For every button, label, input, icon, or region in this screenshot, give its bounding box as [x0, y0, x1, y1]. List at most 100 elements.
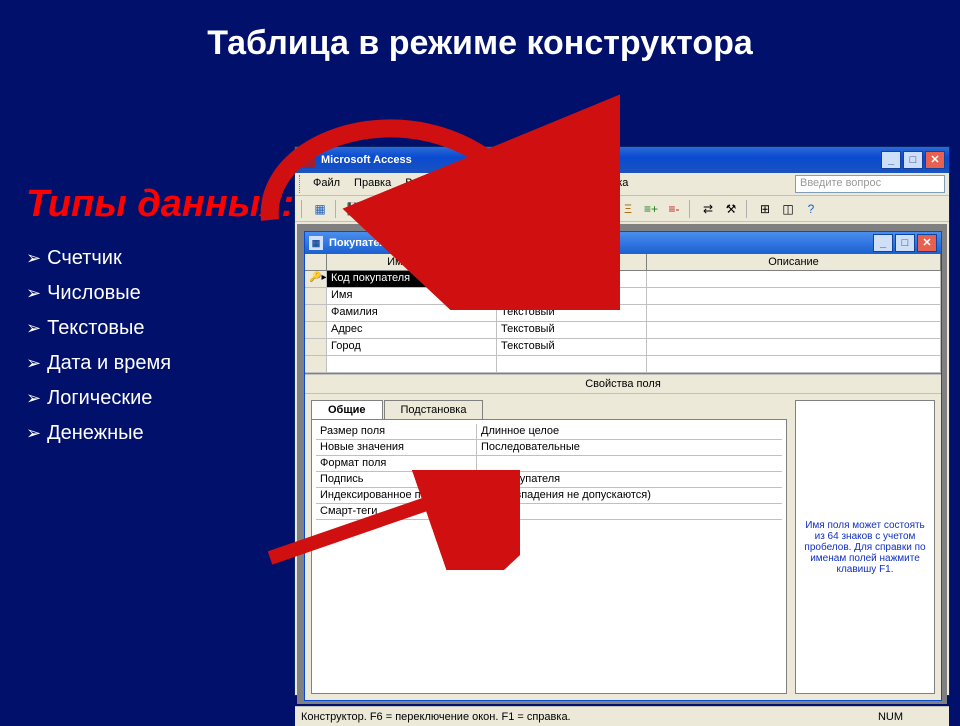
slide-title: Таблица в режиме конструктора: [0, 0, 960, 63]
preview-icon[interactable]: 🔍: [390, 199, 410, 219]
cell-field-type[interactable]: Текстовый: [497, 339, 647, 355]
row-selector[interactable]: [305, 339, 327, 355]
spell-icon[interactable]: ✓: [424, 199, 444, 219]
menu-view[interactable]: Вид: [399, 175, 431, 193]
row-selector[interactable]: [305, 288, 327, 304]
cell-field-desc[interactable]: [647, 339, 941, 355]
print-icon[interactable]: 🖶: [367, 199, 387, 219]
relationships-icon[interactable]: ⇄: [698, 199, 718, 219]
side-panel: Типы данных: Счетчик Числовые Текстовые …: [26, 180, 294, 457]
inner-titlebar[interactable]: ▦ Покупатели : таблица _ □ ✕: [305, 232, 941, 254]
delete-rows-icon[interactable]: ≡-: [664, 199, 684, 219]
table-row[interactable]: ГородТекстовый: [305, 339, 941, 356]
index-icon[interactable]: Ξ: [618, 199, 638, 219]
menu-edit[interactable]: Правка: [348, 175, 397, 193]
builder-icon[interactable]: ⚒: [721, 199, 741, 219]
property-row[interactable]: Формат поля: [316, 456, 782, 472]
status-text: Конструктор. F6 = переключение окон. F1 …: [301, 711, 571, 723]
property-value[interactable]: Последовательные: [476, 440, 782, 455]
access-main-window: Microsoft Access _ □ ✕ Файл Правка Вид В…: [294, 146, 950, 696]
property-name: Смарт-теги: [316, 504, 476, 519]
app-title: Microsoft Access: [321, 154, 412, 166]
property-row[interactable]: Индексированное полеДа (Совпадения не до…: [316, 488, 782, 504]
menubar: Файл Правка Вид Вставка Сервис Окно Спра…: [295, 173, 949, 196]
cell-field-name[interactable]: Адрес: [327, 322, 497, 338]
property-value[interactable]: [476, 456, 782, 471]
cell-field-type[interactable]: Текстовый: [497, 322, 647, 338]
grip-icon: [301, 200, 305, 218]
inner-minimize-button[interactable]: _: [873, 234, 893, 252]
paste-icon[interactable]: 📋: [504, 199, 524, 219]
status-bar: Конструктор. F6 = переключение окон. F1 …: [295, 706, 949, 726]
minimize-button[interactable]: _: [881, 151, 901, 169]
row-selector[interactable]: 🔑▸: [305, 271, 327, 287]
undo-icon[interactable]: ↶: [538, 199, 558, 219]
col-header-name[interactable]: Имя поля: [327, 254, 497, 270]
cell-field-name[interactable]: Город: [327, 339, 497, 355]
property-value[interactable]: Длинное целое: [476, 424, 782, 439]
mdi-area: ▦ Покупатели : таблица _ □ ✕ Имя поля Ти…: [297, 224, 947, 704]
row-selector[interactable]: [305, 305, 327, 321]
inner-maximize-button[interactable]: □: [895, 234, 915, 252]
dbwindow-icon[interactable]: ⊞: [755, 199, 775, 219]
cell-field-type[interactable]: Текстовый: [497, 288, 647, 304]
menu-insert[interactable]: Вставка: [433, 175, 486, 193]
redo-icon[interactable]: ↷: [561, 199, 581, 219]
cell-field-desc[interactable]: [647, 322, 941, 338]
insert-rows-icon[interactable]: ≡+: [641, 199, 661, 219]
cell-field-type[interactable]: Текстовый: [497, 305, 647, 321]
cell-field-name[interactable]: Фамилия: [327, 305, 497, 321]
row-selector-header[interactable]: [305, 254, 327, 270]
tab-lookup[interactable]: Подстановка: [384, 400, 484, 419]
property-value[interactable]: Код покупателя: [476, 472, 782, 487]
table-row-empty[interactable]: [305, 356, 941, 373]
save-icon[interactable]: 💾: [344, 199, 364, 219]
col-header-desc[interactable]: Описание: [647, 254, 941, 270]
help-search-input[interactable]: Введите вопрос: [795, 175, 945, 193]
toolbar: ▦ 💾 🖶 🔍 ✓ ✂ ⎘ 📋 ↶ ↷ 🔑 Ξ ≡+ ≡- ⇄ ⚒ ⊞ ◫ ?: [295, 196, 949, 222]
table-row[interactable]: 🔑▸Код покупателяСчетчик: [305, 271, 941, 288]
table-row[interactable]: ИмяТекстовый: [305, 288, 941, 305]
field-props-panel: Общие Подстановка Размер поляДлинное цел…: [305, 394, 941, 700]
row-selector[interactable]: [305, 322, 327, 338]
property-row[interactable]: Размер поляДлинное целое: [316, 424, 782, 440]
data-types-list: Счетчик Числовые Текстовые Дата и время …: [26, 247, 294, 445]
inner-close-button[interactable]: ✕: [917, 234, 937, 252]
property-value[interactable]: Да (Совпадения не допускаются): [476, 488, 782, 503]
cell-field-type[interactable]: Счетчик: [497, 271, 647, 287]
cell-field-desc[interactable]: [647, 305, 941, 321]
list-item: Дата и время: [26, 352, 294, 375]
property-name: Новые значения: [316, 440, 476, 455]
table-row[interactable]: АдресТекстовый: [305, 322, 941, 339]
new-object-icon[interactable]: ◫: [778, 199, 798, 219]
col-header-type[interactable]: Тип данных: [497, 254, 647, 270]
property-row[interactable]: Смарт-теги: [316, 504, 782, 520]
copy-icon[interactable]: ⎘: [481, 199, 501, 219]
property-row[interactable]: ПодписьКод покупателя: [316, 472, 782, 488]
property-name: Размер поля: [316, 424, 476, 439]
property-value[interactable]: [476, 504, 782, 519]
table-design-window: ▦ Покупатели : таблица _ □ ✕ Имя поля Ти…: [304, 231, 942, 701]
view-icon[interactable]: ▦: [310, 199, 330, 219]
menu-file[interactable]: Файл: [307, 175, 346, 193]
help-icon[interactable]: ?: [801, 199, 821, 219]
list-item: Счетчик: [26, 247, 294, 270]
main-titlebar[interactable]: Microsoft Access _ □ ✕: [295, 147, 949, 173]
tab-general[interactable]: Общие: [311, 400, 383, 419]
menu-window[interactable]: Окно: [540, 175, 578, 193]
side-heading: Типы данных:: [26, 180, 294, 229]
cut-icon[interactable]: ✂: [458, 199, 478, 219]
close-button[interactable]: ✕: [925, 151, 945, 169]
cell-field-desc[interactable]: [647, 271, 941, 287]
menu-help[interactable]: Справка: [579, 175, 634, 193]
cell-field-name[interactable]: Имя: [327, 288, 497, 304]
key-icon[interactable]: 🔑: [595, 199, 615, 219]
menu-tools[interactable]: Сервис: [488, 175, 538, 193]
list-item: Логические: [26, 387, 294, 410]
cell-field-desc[interactable]: [647, 288, 941, 304]
maximize-button[interactable]: □: [903, 151, 923, 169]
cell-field-name[interactable]: Код покупателя: [327, 271, 497, 287]
table-row[interactable]: ФамилияТекстовый: [305, 305, 941, 322]
property-row[interactable]: Новые значенияПоследовательные: [316, 440, 782, 456]
list-item: Денежные: [26, 422, 294, 445]
